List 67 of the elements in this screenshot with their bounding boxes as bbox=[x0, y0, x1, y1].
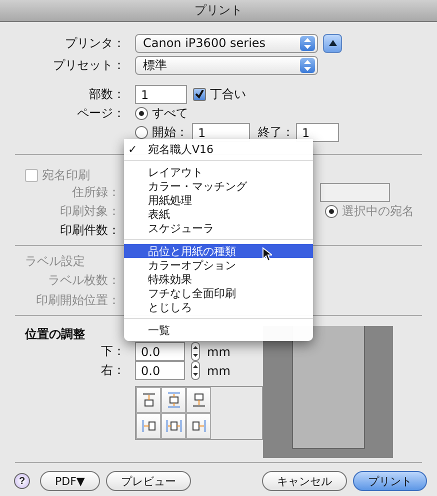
menu-item[interactable]: 用紙処理 bbox=[124, 193, 313, 207]
pages-label: ページ： bbox=[76, 105, 126, 122]
dialog-button[interactable]: PDF▼ bbox=[40, 471, 100, 491]
label-settings-heading: ラベル設定 bbox=[25, 252, 85, 270]
radio-button[interactable] bbox=[135, 107, 148, 120]
align-button[interactable] bbox=[186, 413, 211, 439]
option-label: すべて bbox=[152, 105, 188, 122]
dialog-button[interactable]: プレビュー bbox=[106, 471, 191, 491]
stepper-arrows-icon bbox=[193, 365, 198, 376]
print-names-label: 宛名印刷 bbox=[42, 166, 90, 184]
menu-item[interactable]: ✓ 宛名職人V16 bbox=[124, 142, 313, 156]
address-book-label: 住所録： bbox=[71, 184, 121, 201]
align-button[interactable] bbox=[136, 413, 161, 439]
align-button[interactable] bbox=[161, 387, 186, 413]
align-button[interactable] bbox=[186, 387, 211, 413]
align-icon bbox=[164, 417, 182, 435]
menu-item[interactable]: カラーオプション bbox=[124, 258, 313, 272]
dialog-button[interactable]: キャンセル bbox=[262, 471, 347, 491]
menu-item[interactable]: 品位と用紙の種類 bbox=[124, 244, 313, 258]
option-label: 開始： bbox=[152, 124, 188, 140]
menu-item[interactable]: 表紙 bbox=[124, 207, 313, 221]
to-page-field[interactable]: 1 bbox=[296, 122, 339, 142]
collate-label: 丁合い bbox=[210, 86, 246, 103]
popup-arrows-icon bbox=[304, 38, 311, 48]
to-page-label: 終了： bbox=[258, 124, 294, 140]
address-book-field[interactable] bbox=[320, 183, 390, 202]
unit-label: mm bbox=[207, 344, 230, 358]
window-title: プリント bbox=[194, 2, 242, 19]
copies-field[interactable]: 1 bbox=[135, 85, 187, 104]
menu-item[interactable]: フチなし全面印刷 bbox=[124, 286, 313, 300]
preset-popup[interactable]: 標準 bbox=[135, 56, 318, 74]
menu-item[interactable]: レイアウト bbox=[124, 165, 313, 179]
radio-button[interactable] bbox=[135, 126, 148, 138]
printer-popup[interactable]: Canon iP3600 series bbox=[135, 34, 318, 52]
up-triangle-icon bbox=[328, 40, 336, 46]
preset-label: プリセット： bbox=[52, 56, 126, 74]
mouse-pointer-icon bbox=[262, 247, 272, 262]
label-sheets-label: ラベル枚数： bbox=[47, 272, 121, 288]
printer-label: プリンタ： bbox=[64, 34, 126, 52]
align-button[interactable] bbox=[161, 413, 186, 439]
menu-item[interactable]: 特殊効果 bbox=[124, 272, 313, 286]
position-heading: 位置の調整 bbox=[25, 326, 85, 342]
unit-label: mm bbox=[207, 364, 230, 378]
dialog-button[interactable]: プリント bbox=[353, 471, 427, 491]
print-count-label: 印刷件数： bbox=[59, 222, 121, 239]
help-button[interactable]: ? bbox=[14, 473, 30, 489]
option-label: 選択中の宛名 bbox=[342, 203, 414, 220]
menu-item[interactable]: とじしろ bbox=[124, 300, 313, 314]
offset-label: 右： bbox=[100, 362, 126, 379]
stepper[interactable] bbox=[191, 361, 200, 380]
print-target-label: 印刷対象： bbox=[59, 203, 121, 220]
start-position-label: 印刷開始位置： bbox=[35, 292, 121, 308]
menu-item[interactable]: スケジューラ bbox=[124, 221, 313, 235]
copies-label: 部数： bbox=[88, 86, 126, 103]
collate-checkbox[interactable] bbox=[193, 88, 206, 101]
align-button[interactable] bbox=[136, 387, 161, 413]
align-icon bbox=[190, 417, 208, 435]
offset-field[interactable]: 0.0 bbox=[135, 361, 185, 380]
menu-item[interactable]: カラー・マッチング bbox=[124, 179, 313, 193]
disclosure-button[interactable] bbox=[323, 34, 342, 52]
stepper-arrows-icon bbox=[193, 346, 198, 357]
stepper[interactable] bbox=[191, 342, 200, 361]
offset-label: 下： bbox=[100, 343, 126, 360]
offset-field[interactable]: 0.0 bbox=[135, 342, 185, 361]
align-icon bbox=[140, 417, 158, 435]
popup-arrows-icon bbox=[304, 60, 311, 70]
menu-item[interactable]: 一覧 bbox=[124, 323, 313, 337]
